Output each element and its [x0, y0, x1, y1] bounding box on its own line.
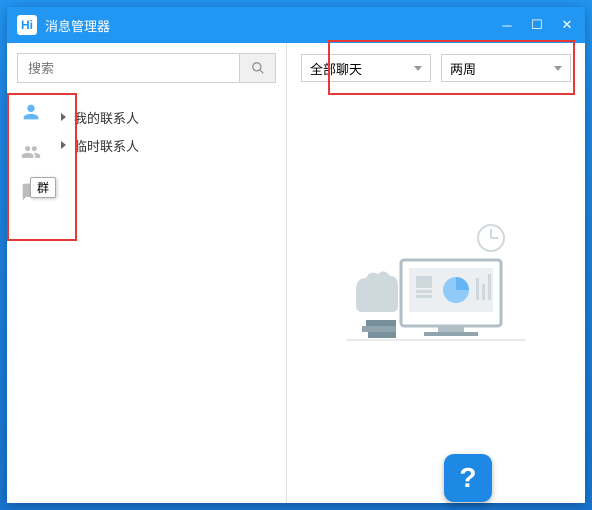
right-panel: 全部聊天 两周: [287, 43, 585, 503]
chat-type-dropdown[interactable]: 全部聊天: [301, 54, 431, 82]
search-row: [7, 43, 286, 93]
search-button[interactable]: [239, 54, 275, 82]
watermark-text: 知识屋 zhishiwu.com: [500, 453, 584, 502]
chevron-right-icon: [61, 113, 66, 121]
dropdown-value: 两周: [450, 59, 476, 78]
person-icon: [20, 101, 42, 123]
period-dropdown[interactable]: 两周: [441, 54, 571, 82]
titlebar: Hi 消息管理器 ─ ☐ ✕: [7, 7, 585, 43]
search-icon: [251, 61, 265, 75]
watermark-domain: zhishiwu.com: [500, 490, 584, 502]
watermark: ? 知识屋 zhishiwu.com: [444, 453, 584, 502]
filter-row: 全部聊天 两周: [287, 43, 585, 93]
sidebar-groups[interactable]: 群: [18, 181, 44, 203]
dropdown-value: 全部聊天: [310, 59, 362, 78]
body: 群 我的联系人 临时联系人 全部聊天: [7, 43, 585, 503]
tree-label: 临时联系人: [74, 136, 139, 155]
group-tooltip: 群: [30, 177, 56, 198]
empty-state: [287, 93, 585, 503]
window-controls: ─ ☐ ✕: [497, 15, 577, 35]
tree-label: 我的联系人: [74, 108, 139, 127]
minimize-button[interactable]: ─: [497, 15, 517, 35]
sidebar-temp-contacts[interactable]: [18, 141, 44, 163]
chevron-right-icon: [61, 141, 66, 149]
search-box: [17, 53, 276, 83]
chevron-down-icon: [414, 66, 422, 71]
people-icon: [19, 142, 43, 162]
tree-item-temp-contacts[interactable]: 临时联系人: [55, 131, 286, 159]
maximize-button[interactable]: ☐: [527, 15, 547, 35]
left-panel: 群 我的联系人 临时联系人: [7, 43, 287, 503]
sidebar-contacts[interactable]: [18, 101, 44, 123]
app-window: Hi 消息管理器 ─ ☐ ✕: [7, 7, 585, 503]
tree-item-my-contacts[interactable]: 我的联系人: [55, 103, 286, 131]
app-icon: Hi: [17, 15, 37, 35]
watermark-icon: ?: [444, 454, 492, 502]
sidebar: 群: [7, 93, 55, 503]
empty-illustration: [346, 218, 526, 378]
watermark-name: 知识屋: [500, 453, 584, 490]
close-button[interactable]: ✕: [557, 15, 577, 35]
app-title: 消息管理器: [45, 16, 497, 35]
left-main: 群 我的联系人 临时联系人: [7, 93, 286, 503]
chevron-down-icon: [554, 66, 562, 71]
search-input[interactable]: [18, 54, 239, 82]
contact-tree: 我的联系人 临时联系人: [55, 93, 286, 503]
